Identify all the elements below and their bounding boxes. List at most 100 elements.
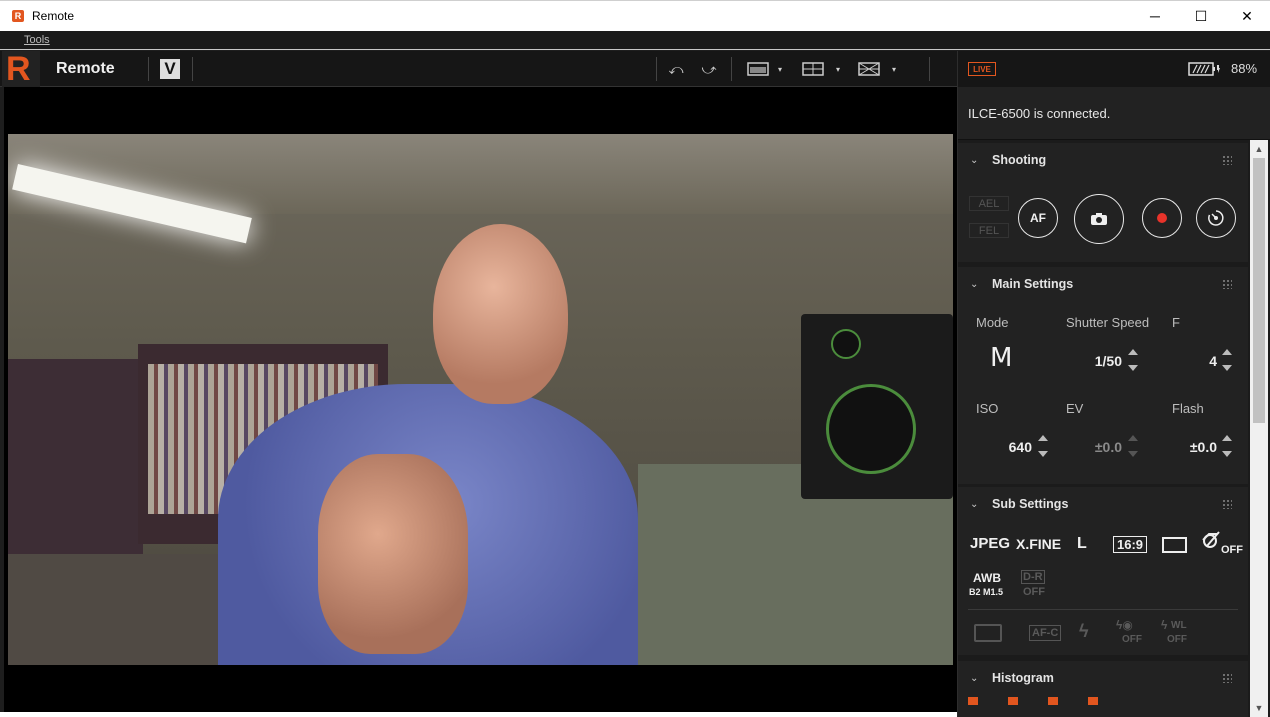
title-bar: R Remote ─ ☐ ✕	[0, 0, 1270, 31]
ev-value: ±0.0	[1094, 439, 1122, 455]
dro-off-label: OFF	[1023, 586, 1045, 598]
flash-stepper[interactable]	[1222, 435, 1232, 457]
ev-label: EV	[1066, 401, 1084, 416]
histogram-section: ⌄ Histogram	[958, 661, 1248, 717]
grid-lines-icon[interactable]	[800, 59, 826, 79]
frame-overlay-dropdown-icon[interactable]: ▾	[776, 59, 784, 79]
menu-bar: Tools	[0, 31, 1270, 50]
jpeg-quality-setting[interactable]: X.FINE	[1016, 536, 1061, 552]
histogram-header[interactable]: ⌄ Histogram	[958, 661, 1248, 695]
frame-overlay-icon[interactable]	[742, 59, 774, 79]
histogram-channel-toggles	[968, 697, 1248, 707]
toolbar-divider	[656, 57, 657, 81]
shutter-speed-stepper[interactable]	[1128, 349, 1138, 371]
ev-stepper	[1128, 435, 1138, 457]
iso-label: ISO	[976, 401, 999, 416]
record-button[interactable]	[1142, 198, 1182, 238]
rotate-right-icon[interactable]: ⤻	[700, 59, 718, 79]
remote-window: R Remote ─ ☐ ✕ Tools R Remote V ⤺ ⤻ ▾ ▾	[0, 0, 1270, 717]
sub-settings-divider	[968, 609, 1238, 610]
white-balance-shift: B2 M1.5	[969, 587, 1004, 597]
histogram-b-checkbox[interactable]	[1088, 697, 1098, 705]
maximize-button[interactable]: ☐	[1178, 1, 1224, 32]
red-eye-off-label: OFF	[1122, 634, 1142, 645]
histogram-r-checkbox[interactable]	[1008, 697, 1018, 705]
shooting-section-header[interactable]: ⌄ Shooting	[958, 143, 1248, 177]
flash-value[interactable]: ±0.0	[1163, 439, 1217, 455]
sub-settings-section: ⌄ Sub Settings JPEG X.FINE L 16:9 OFF AW…	[958, 487, 1248, 655]
scroll-down-icon[interactable]: ▼	[1254, 703, 1264, 713]
image-size-setting[interactable]: L	[1077, 535, 1087, 553]
toolbar-divider	[731, 57, 732, 81]
shutter-speed-value[interactable]: 1/50	[1068, 353, 1122, 369]
f-number-value[interactable]: 4	[1178, 353, 1217, 369]
af-button[interactable]: AF	[1018, 198, 1058, 238]
rotate-left-icon[interactable]: ⤺	[667, 59, 685, 79]
iso-value[interactable]: 640	[978, 439, 1032, 455]
live-view-image	[8, 134, 953, 665]
sub-settings-title: Sub Settings	[992, 497, 1069, 511]
main-settings-title: Main Settings	[992, 277, 1074, 291]
main-settings-section: ⌄ Main Settings Mode M Shutter Speed 1/5…	[958, 267, 1248, 484]
toolbar-divider	[148, 57, 149, 81]
chevron-down-icon: ⌄	[970, 498, 979, 510]
chevron-down-icon: ⌄	[970, 154, 979, 166]
drag-handle-icon[interactable]	[1222, 673, 1232, 683]
mode-label: Mode	[976, 315, 1009, 330]
guide-frame-dropdown-icon[interactable]: ▾	[890, 59, 898, 79]
control-panel: LIVE 88% ILCE-6500 is connected. ⌄ Shoot…	[957, 51, 1270, 717]
live-view[interactable]	[4, 87, 957, 712]
flash-mode-icon: ϟ	[1079, 621, 1089, 641]
white-balance-setting[interactable]: AWB	[973, 571, 1001, 585]
grid-lines-dropdown-icon[interactable]: ▾	[834, 59, 842, 79]
mode-value[interactable]: M	[990, 343, 1012, 373]
sub-settings-header[interactable]: ⌄ Sub Settings	[958, 487, 1248, 521]
scroll-thumb[interactable]	[1253, 158, 1265, 423]
window-bottom-edge	[0, 712, 957, 717]
wireless-flash-label: WL	[1171, 620, 1187, 631]
file-format-setting[interactable]: JPEG	[970, 535, 1010, 552]
scroll-up-icon[interactable]: ▲	[1254, 144, 1264, 154]
guide-frame-icon[interactable]	[856, 59, 882, 79]
app-logo: R	[2, 51, 40, 87]
histogram-g-checkbox[interactable]	[1048, 697, 1058, 705]
wireless-flash-icon: ϟ	[1161, 618, 1168, 632]
histogram-y-checkbox[interactable]	[968, 697, 978, 705]
fel-button[interactable]: FEL	[969, 223, 1009, 238]
flash-label: Flash	[1172, 401, 1204, 416]
connection-status-text: ILCE-6500 is connected.	[968, 106, 1111, 121]
panel-scrollbar[interactable]: ▲ ▼	[1250, 140, 1268, 717]
scene-tweeter	[831, 329, 861, 359]
metering-icon	[974, 624, 1002, 642]
minimize-button[interactable]: ─	[1132, 1, 1178, 32]
shooting-title: Shooting	[992, 153, 1047, 167]
drag-handle-icon[interactable]	[1222, 499, 1232, 509]
wireless-flash-off-label: OFF	[1167, 634, 1187, 645]
ael-button[interactable]: AEL	[969, 196, 1009, 211]
app-icon: R	[12, 10, 24, 22]
drag-handle-icon[interactable]	[1222, 279, 1232, 289]
scene-woofer	[826, 384, 916, 474]
dro-setting: D-R	[1021, 570, 1045, 584]
timer-icon	[1208, 210, 1224, 226]
shooting-section: ⌄ Shooting AEL FEL AF	[958, 143, 1248, 262]
close-button[interactable]: ✕	[1224, 1, 1270, 32]
connection-status: ILCE-6500 is connected.	[958, 87, 1270, 140]
menu-tools[interactable]: Tools	[24, 34, 50, 46]
frame-icon[interactable]	[1162, 537, 1187, 553]
aspect-ratio-setting[interactable]: 16:9	[1113, 536, 1148, 553]
self-timer-button[interactable]	[1196, 198, 1236, 238]
drag-handle-icon[interactable]	[1222, 155, 1232, 165]
f-number-stepper[interactable]	[1222, 349, 1232, 371]
main-settings-header[interactable]: ⌄ Main Settings	[958, 267, 1248, 301]
app-name: Remote	[56, 60, 115, 77]
face-detect-off-label: OFF	[1221, 544, 1243, 556]
toolbar: R Remote V ⤺ ⤻ ▾ ▾ ▾	[0, 51, 957, 87]
scene-person	[158, 224, 638, 665]
chevron-down-icon: ⌄	[970, 672, 979, 684]
toolbar-divider	[929, 57, 930, 81]
shutter-button[interactable]	[1074, 194, 1124, 244]
iso-stepper[interactable]	[1038, 435, 1048, 457]
record-icon	[1157, 213, 1167, 223]
v-button[interactable]: V	[160, 59, 180, 79]
